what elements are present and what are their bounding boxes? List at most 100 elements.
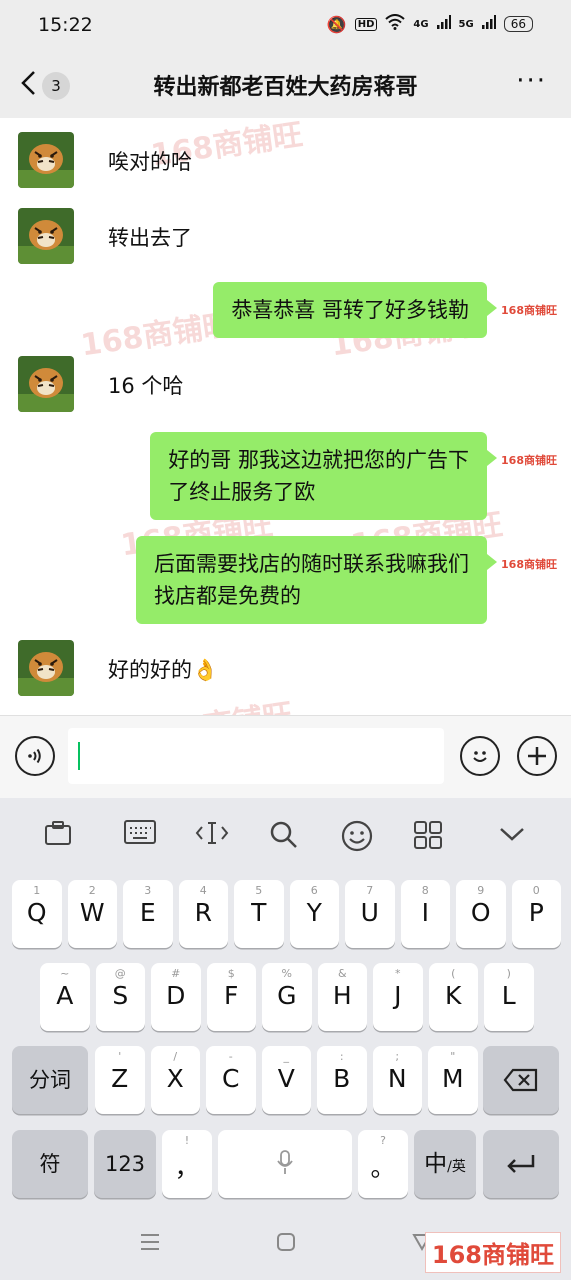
message-bubble[interactable]: 后面需要找店的随时联系我嘛我们 找店都是免费的 [136,536,497,624]
space-key[interactable] [218,1130,352,1198]
key-sub-label: % [281,967,292,980]
symbol-key[interactable]: 符 [12,1130,88,1198]
apps-grid-icon[interactable] [408,820,448,856]
key-sub-label: * [395,967,401,980]
key-n[interactable]: ; N [372,1046,422,1114]
key-f[interactable]: $ F [206,963,256,1031]
key-sub-label: ? [380,1134,386,1147]
my-avatar[interactable]: 168商铺旺 [501,536,557,592]
key-sub-label: ! [184,1134,190,1147]
home-nav-icon[interactable] [276,1232,296,1258]
chat-message-list[interactable]: 168商铺旺 168商铺旺 168商铺旺 168商铺旺 168商铺旺 168商铺… [0,118,571,715]
message-text: 恭喜恭喜 哥转了好多钱勒 [231,298,469,322]
backspace-key[interactable] [483,1046,559,1114]
key-label: P [528,898,544,927]
key-label: N [387,1064,407,1093]
message-incoming: 转出去了 [18,208,192,264]
contact-avatar[interactable] [18,132,74,188]
key-q[interactable]: 1Q [12,880,62,948]
status-time: 15:22 [38,14,93,36]
message-incoming: 唉对的哈 [18,132,192,188]
key-w[interactable]: 2W [67,880,117,948]
period-key[interactable]: ? 。 [358,1130,408,1198]
clipboard-icon[interactable] [38,820,78,852]
key-sub-label: 6 [310,884,318,897]
key-t[interactable]: 5T [234,880,284,948]
contact-avatar[interactable] [18,356,74,412]
lang-en: /英 [447,1159,466,1175]
message-text-line: 了终止服务了欧 [168,480,316,504]
back-button[interactable]: 3 [20,70,70,101]
cursor-move-icon[interactable] [192,820,232,852]
key-h[interactable]: & H [317,963,367,1031]
key-sub-label: : [339,1050,344,1063]
key-r[interactable]: 4R [178,880,228,948]
key-a[interactable]: ~ A [40,963,90,1031]
add-attachment-button[interactable] [517,736,557,776]
menu-nav-icon[interactable] [140,1232,160,1257]
key-label: 分词 [29,1068,71,1092]
key-j[interactable]: * J [373,963,423,1031]
contact-avatar[interactable] [18,640,74,696]
key-sub-label: ; [395,1050,400,1063]
search-icon[interactable] [264,820,304,856]
comma-key[interactable]: ! ， [162,1130,212,1198]
message-incoming: 好的好的👌 [18,640,218,696]
key-l[interactable]: ) L [484,963,534,1031]
key-label: Z [111,1064,129,1093]
key-sub-label: ) [506,967,511,980]
more-options-button[interactable]: ··· [516,66,547,96]
key-label: Q [26,898,47,927]
key-label: Y [306,898,322,927]
network-4g-label: 4G [413,18,429,30]
key-s[interactable]: @ S [95,963,145,1031]
battery-level: 66 [510,17,526,31]
key-i[interactable]: 8I [400,880,450,948]
number-key[interactable]: 123 [94,1130,156,1198]
mute-bell-icon: 🔕 [326,14,347,34]
key-label: X [166,1064,184,1093]
contact-avatar[interactable] [18,208,74,264]
my-avatar[interactable]: 168商铺旺 [501,432,557,488]
key-y[interactable]: 6Y [289,880,339,948]
key-sub-label: ' [118,1050,122,1063]
message-bubble[interactable]: 好的哥 那我这边就把您的广告下 了终止服务了欧 [150,432,497,520]
key-sub-label: 8 [421,884,429,897]
key-sub-label: 3 [144,884,152,897]
key-label: H [332,981,352,1010]
key-c[interactable]: -C [206,1046,256,1114]
key-g[interactable]: % G [262,963,312,1031]
enter-key[interactable] [483,1130,559,1198]
language-switch-key[interactable]: 中/英 [414,1130,476,1198]
key-label: B [333,1064,351,1093]
key-o[interactable]: 9O [456,880,506,948]
key-k[interactable]: (K [428,963,478,1031]
lang-zh: 中 [424,1151,448,1177]
key-m[interactable]: " M [428,1046,478,1114]
key-d[interactable]: # D [151,963,201,1031]
key-sub-label: & [337,967,347,980]
message-bubble[interactable]: 恭喜恭喜 哥转了好多钱勒 [213,282,497,338]
message-text: 好的好的👌 [108,658,219,682]
key-e[interactable]: 3E [123,880,173,948]
key-sub-label: # [171,967,181,980]
key-u[interactable]: 7U [345,880,395,948]
emoji-button[interactable] [460,736,500,776]
voice-input-button[interactable] [15,736,55,776]
my-avatar[interactable]: 168商铺旺 [501,282,557,338]
message-input[interactable] [68,728,444,784]
key-v[interactable]: _ V [261,1046,311,1114]
segment-key[interactable]: 分词 [12,1046,88,1114]
keyboard-layout-icon[interactable] [120,820,160,850]
collapse-keyboard-icon[interactable] [492,820,532,848]
signal-icon [481,15,496,33]
key-z[interactable]: ' Z [95,1046,145,1114]
key-p[interactable]: 0P [511,880,561,948]
emoji-icon[interactable] [337,820,377,858]
page-title: 转出新都老百姓大药房蒋哥 [153,75,418,100]
key-x[interactable]: / X [150,1046,200,1114]
key-b[interactable]: :B [317,1046,367,1114]
key-label: L [501,981,516,1010]
key-sub-label: $ [227,967,235,980]
message-incoming: 16 个哈 [18,356,183,412]
